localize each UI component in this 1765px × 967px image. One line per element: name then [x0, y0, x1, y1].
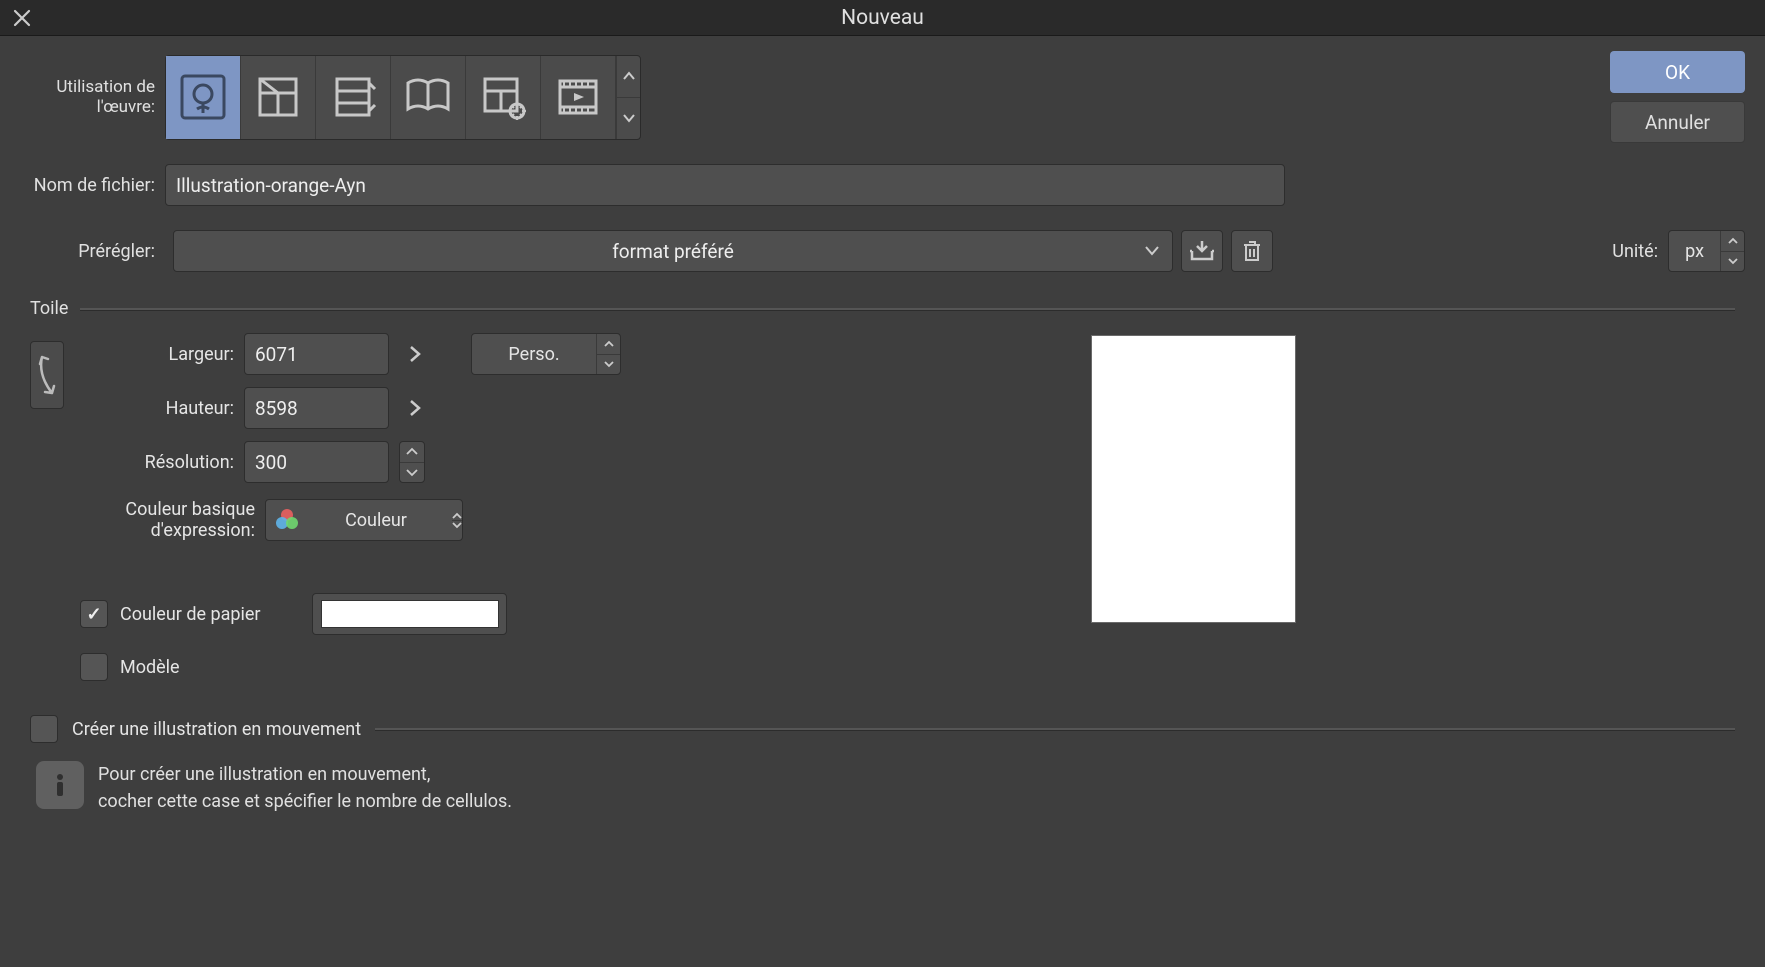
- usage-spinner: [616, 56, 640, 139]
- ok-button[interactable]: OK: [1610, 51, 1745, 93]
- dialog-title: Nouveau: [841, 6, 924, 30]
- resolution-input[interactable]: [244, 441, 389, 483]
- illustration-icon: [177, 71, 229, 123]
- cancel-button[interactable]: Annuler: [1610, 101, 1745, 143]
- usage-animation-button[interactable]: [541, 56, 616, 139]
- size-preset-value: Perso.: [472, 344, 596, 365]
- close-button[interactable]: [8, 4, 36, 32]
- chevron-down-icon: [452, 521, 462, 529]
- create-animation-label: Créer une illustration en mouvement: [72, 719, 361, 740]
- color-mode-up[interactable]: [452, 512, 462, 521]
- usage-comic-settings-button[interactable]: [466, 56, 541, 139]
- width-label: Largeur:: [74, 344, 234, 365]
- chevron-up-icon: [604, 340, 614, 348]
- chevron-up-icon: [623, 71, 635, 81]
- usage-label: Utilisation de l'œuvre:: [5, 77, 155, 117]
- close-icon: [13, 9, 31, 27]
- width-menu-button[interactable]: [399, 338, 431, 370]
- preset-value: format préféré: [612, 240, 734, 263]
- resolution-up[interactable]: [400, 442, 424, 463]
- color-mode-value: Couleur: [300, 510, 452, 531]
- chevron-down-icon: [604, 360, 614, 368]
- chevron-up-icon: [1728, 237, 1738, 245]
- resolution-down[interactable]: [400, 463, 424, 483]
- color-mode-dropdown[interactable]: Couleur: [265, 499, 463, 541]
- height-label: Hauteur:: [74, 398, 234, 419]
- unit-up[interactable]: [1721, 231, 1744, 252]
- chevron-right-icon: [408, 398, 422, 418]
- usage-illustration-button[interactable]: [166, 56, 241, 139]
- size-preset-dropdown[interactable]: Perso.: [471, 333, 621, 375]
- chevron-up-icon: [452, 512, 462, 520]
- rgb-circles-icon: [274, 507, 300, 533]
- film-play-icon: [552, 71, 604, 123]
- template-checkbox[interactable]: [80, 653, 108, 681]
- height-input[interactable]: [244, 387, 389, 429]
- unit-label: Unité:: [1612, 241, 1658, 262]
- basic-color-label: Couleur basique d'expression:: [30, 499, 255, 541]
- webtoon-icon: [327, 71, 379, 123]
- open-book-icon: [402, 71, 454, 123]
- template-label: Modèle: [120, 657, 180, 678]
- paper-color-checkbox[interactable]: [80, 600, 108, 628]
- resolution-label: Résolution:: [74, 452, 234, 473]
- size-preset-down[interactable]: [597, 355, 620, 375]
- comic-panel-icon: [252, 71, 304, 123]
- color-mode-down[interactable]: [452, 521, 462, 529]
- section-divider: [80, 308, 1735, 310]
- filename-input[interactable]: [165, 164, 1285, 206]
- chevron-up-icon: [406, 447, 418, 456]
- chevron-down-icon: [406, 468, 418, 477]
- comic-gear-icon: [477, 71, 529, 123]
- usage-webtoon-button[interactable]: [316, 56, 391, 139]
- usage-spinner-up[interactable]: [617, 56, 640, 98]
- unit-value: px: [1669, 241, 1720, 262]
- canvas-section-title: Toile: [30, 298, 68, 319]
- save-preset-icon: [1189, 239, 1215, 263]
- usage-comic-button[interactable]: [241, 56, 316, 139]
- size-preset-up[interactable]: [597, 334, 620, 355]
- preset-dropdown[interactable]: format préféré: [173, 230, 1173, 272]
- trash-icon: [1241, 239, 1263, 263]
- info-text-line1: Pour créer une illustration en mouvement…: [98, 761, 512, 788]
- info-text-line2: cocher cette case et spécifier le nombre…: [98, 788, 512, 815]
- info-text: Pour créer une illustration en mouvement…: [98, 761, 512, 815]
- chevron-down-icon: [1144, 245, 1160, 257]
- canvas-preview: [1091, 335, 1296, 623]
- usage-button-group: [165, 55, 641, 140]
- preset-save-button[interactable]: [1181, 230, 1223, 272]
- unit-down[interactable]: [1721, 252, 1744, 272]
- chevron-down-icon: [1728, 257, 1738, 265]
- swap-orientation-button[interactable]: [30, 341, 64, 409]
- usage-book-button[interactable]: [391, 56, 466, 139]
- preset-delete-button[interactable]: [1231, 230, 1273, 272]
- chevron-down-icon: [623, 113, 635, 123]
- paper-color-swatch[interactable]: [321, 600, 499, 628]
- title-bar: Nouveau: [0, 0, 1765, 36]
- filename-label: Nom de fichier:: [5, 175, 155, 196]
- create-animation-checkbox[interactable]: [30, 715, 58, 743]
- unit-dropdown[interactable]: px: [1668, 230, 1745, 272]
- preset-label: Prérégler:: [5, 241, 155, 262]
- swap-arrows-icon: [36, 351, 58, 399]
- paper-color-swatch-frame: [312, 593, 507, 635]
- height-menu-button[interactable]: [399, 392, 431, 424]
- animation-divider: [375, 728, 1735, 730]
- chevron-right-icon: [408, 344, 422, 364]
- dialog-body: Utilisation de l'œuvre:: [0, 36, 1765, 967]
- usage-spinner-down[interactable]: [617, 98, 640, 139]
- width-input[interactable]: [244, 333, 389, 375]
- info-icon: [36, 761, 84, 809]
- paper-color-label: Couleur de papier: [120, 604, 300, 625]
